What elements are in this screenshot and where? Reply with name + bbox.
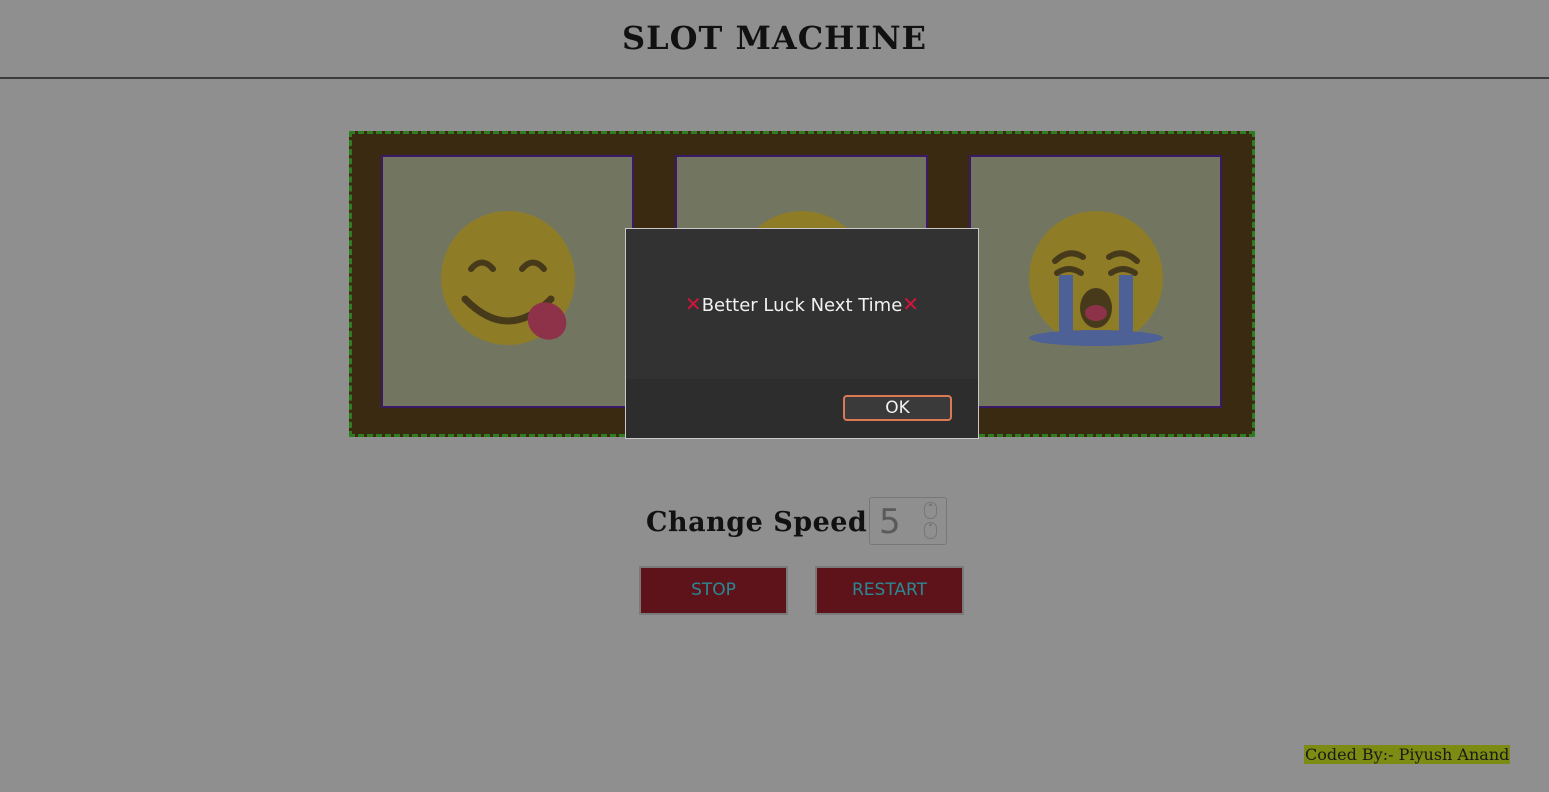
- cross-icon: ✕: [902, 292, 920, 316]
- speed-increment-button[interactable]: ˄: [924, 502, 937, 519]
- loudly-crying-face-icon: [1029, 211, 1163, 346]
- speed-decrement-button[interactable]: ˅: [924, 522, 937, 539]
- ok-button[interactable]: OK: [843, 395, 952, 421]
- cross-icon: ✕: [684, 292, 702, 316]
- speed-control: Change Speed 5 ˄ ˅: [0, 497, 1549, 545]
- face-savoring-food-icon: [441, 211, 575, 345]
- author-credit: Coded By:- Piyush Anand: [1304, 745, 1511, 764]
- page-title: SLOT MACHINE: [622, 19, 927, 57]
- restart-button[interactable]: RESTART: [815, 566, 964, 615]
- stop-button[interactable]: STOP: [639, 566, 788, 615]
- dialog-message-text: Better Luck Next Time: [701, 295, 903, 316]
- reel-3: [969, 155, 1222, 408]
- speed-input[interactable]: 5 ˄ ˅: [869, 497, 947, 545]
- speed-value: 5: [879, 502, 901, 542]
- reel-1: [381, 155, 634, 408]
- page-header: SLOT MACHINE: [0, 0, 1549, 79]
- alert-dialog: ✕Better Luck Next Time✕ OK: [625, 228, 979, 439]
- speed-label: Change Speed: [646, 507, 868, 538]
- dialog-message: ✕Better Luck Next Time✕: [626, 292, 978, 318]
